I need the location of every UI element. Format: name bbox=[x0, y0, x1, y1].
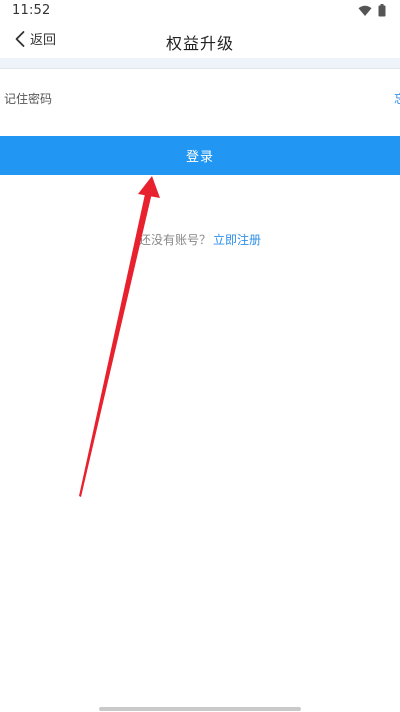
register-link[interactable]: 立即注册 bbox=[213, 233, 261, 247]
app-header: 返回 权益升级 bbox=[0, 22, 400, 58]
status-time: 11:52 bbox=[12, 3, 51, 18]
register-row: 还没有账号？ 立即注册 bbox=[0, 231, 400, 248]
annotation-arrow-head bbox=[138, 176, 160, 198]
remember-password-checkbox[interactable]: 记住密码 bbox=[4, 90, 52, 107]
login-button[interactable]: 登录 bbox=[0, 136, 400, 175]
home-indicator[interactable] bbox=[99, 707, 301, 711]
register-prompt: 还没有账号？ bbox=[138, 233, 211, 247]
battery-icon bbox=[378, 4, 386, 17]
forgot-password-link[interactable]: 忘 bbox=[394, 90, 400, 107]
login-button-label: 登录 bbox=[185, 150, 214, 165]
page-title: 权益升级 bbox=[165, 34, 234, 53]
header-divider-band bbox=[0, 58, 400, 68]
status-bar: 11:52 bbox=[0, 0, 400, 22]
wifi-icon bbox=[358, 5, 372, 16]
remember-password-row: 记住密码 忘 bbox=[0, 69, 400, 129]
status-icons bbox=[358, 4, 386, 17]
